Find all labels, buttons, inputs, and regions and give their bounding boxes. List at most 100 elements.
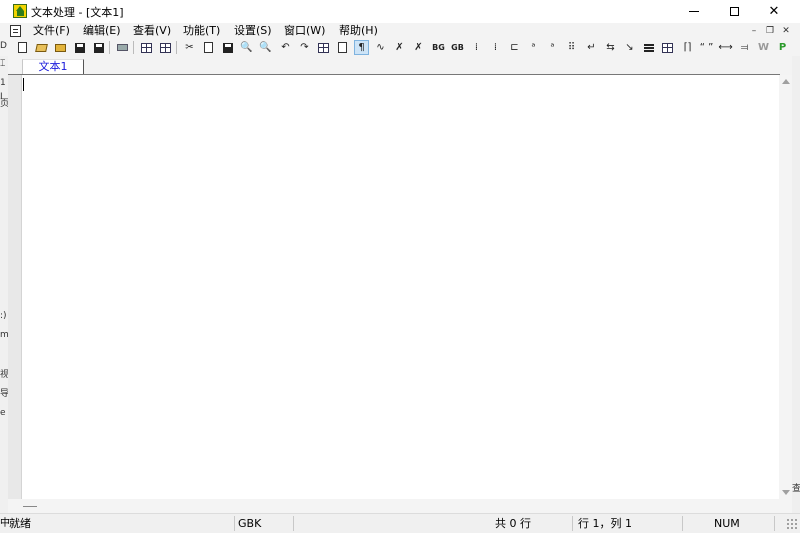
minimize-button[interactable] (674, 0, 714, 23)
cut-button[interactable]: ✂ (182, 40, 197, 55)
menu-settings[interactable]: 设置(S) (234, 24, 272, 38)
copy-button[interactable] (201, 40, 216, 55)
tool-link-button[interactable]: ∿ (373, 40, 388, 55)
tool-lines-button[interactable] (641, 40, 656, 55)
show-paragraph-marks-button[interactable]: ¶ (354, 40, 369, 55)
horizontal-scrollbar[interactable] (8, 499, 792, 513)
mdi-minimize-button[interactable]: – (748, 25, 760, 37)
big5-to-gb-button[interactable]: BG (431, 40, 446, 55)
document-menu-icon[interactable] (10, 25, 21, 37)
scroll-up-arrow-icon[interactable] (782, 79, 790, 84)
print-button[interactable] (115, 40, 130, 55)
tool-list-button[interactable] (660, 40, 675, 55)
mdi-restore-button[interactable]: ❐ (764, 25, 776, 37)
bracket-icon: ⊏ (510, 41, 519, 53)
width-icon: ⟷ (718, 41, 733, 53)
tool-a2-button[interactable]: ᵃ (545, 40, 560, 55)
line-count: 共 0 行 (495, 517, 531, 530)
status-divider (293, 516, 294, 531)
printer-icon (117, 44, 128, 51)
menu-edit[interactable]: 编辑(E) (83, 24, 121, 38)
menu-file[interactable]: 文件(F) (33, 24, 70, 38)
binoculars-icon: 🔍 (240, 41, 253, 53)
find-button[interactable]: 🔍 (239, 40, 254, 55)
toolbar-separator (176, 41, 177, 54)
close-icon: ✕ (768, 4, 780, 19)
find-replace-icon: 🔍 (259, 41, 272, 53)
tool-a-button[interactable]: ᵃ (526, 40, 541, 55)
tool-vertical-button[interactable]: ⁞ (469, 40, 484, 55)
word-button[interactable]: W (756, 40, 771, 55)
link-icon: ∿ (376, 41, 385, 53)
horizontal-scroll-thumb[interactable] (23, 506, 37, 507)
replace-button[interactable]: 🔍 (258, 40, 273, 55)
mdi-close-button[interactable]: ✕ (780, 25, 792, 37)
left-fragment: ⌶ (0, 59, 6, 69)
paste-button[interactable] (220, 40, 235, 55)
open-recent-button[interactable] (53, 40, 68, 55)
vertical-scrollbar[interactable] (779, 75, 792, 499)
num-lock-indicator: NUM (714, 517, 740, 530)
save-all-icon (93, 42, 104, 53)
pilcrow-icon: ¶ (358, 41, 365, 53)
text-editor[interactable] (22, 75, 779, 499)
toolbar: ✂ 🔍 🔍 ↶ ↷ ¶ ∿ ✗ ✗ BG GB ⁞ ⁞ ⊏ ᵃ ᵃ ⠿ ↵ ⇆ … (0, 39, 800, 56)
new-file-button[interactable] (15, 40, 30, 55)
resize-grip-icon[interactable] (786, 518, 798, 530)
quotes-button[interactable]: “ ” (699, 40, 714, 55)
list-icon (662, 42, 673, 53)
left-fragment: :) (0, 311, 7, 321)
scroll-down-arrow-icon[interactable] (782, 490, 790, 495)
status-divider (572, 516, 573, 531)
maximize-button[interactable] (714, 0, 754, 23)
tool-bracket-button[interactable]: ⊏ (507, 40, 522, 55)
status-divider (682, 516, 683, 531)
table-button[interactable] (316, 40, 331, 55)
folder-icon (55, 43, 66, 52)
vertical-text-alt-icon: ⁞ (493, 41, 498, 53)
close-button[interactable]: ✕ (754, 0, 794, 23)
open-file-button[interactable] (34, 40, 49, 55)
tool-swap-button[interactable]: ⇆ (603, 40, 618, 55)
tool-vertical2-button[interactable]: ⁞ (488, 40, 503, 55)
clipboard-icon (160, 42, 171, 53)
p-icon: P (778, 41, 787, 53)
tool-dots-button[interactable]: ⠿ (564, 40, 579, 55)
new-document-icon (18, 42, 27, 53)
table-icon (318, 42, 329, 53)
tool-clear-button[interactable]: ✗ (392, 40, 407, 55)
quotes-icon: “ ” (699, 41, 714, 53)
save-all-button[interactable] (91, 40, 106, 55)
left-fragment: e (0, 408, 6, 418)
p-button[interactable]: P (775, 40, 790, 55)
menu-view[interactable]: 查看(V) (133, 24, 171, 38)
undo-button[interactable]: ↶ (278, 40, 293, 55)
save-button[interactable] (72, 40, 87, 55)
editor-gutter (8, 75, 22, 499)
windows-button[interactable] (335, 40, 350, 55)
menu-help[interactable]: 帮助(H) (339, 24, 378, 38)
tool-remove-button[interactable]: ✗ (411, 40, 426, 55)
app-home-icon[interactable] (13, 4, 27, 18)
clipboard-button[interactable] (158, 40, 173, 55)
letter-a-alt-icon: ᵃ (550, 41, 555, 53)
menu-window[interactable]: 窗口(W) (284, 24, 325, 38)
tab-document-1[interactable]: 文本1 (22, 59, 84, 75)
big5-gb-icon: BG (432, 42, 445, 52)
clear-format-icon: ✗ (395, 41, 404, 53)
right-fragment: 查 (792, 484, 800, 494)
redo-icon: ↷ (300, 41, 309, 53)
return-icon: ↵ (587, 41, 596, 53)
gb-to-big5-button[interactable]: GB (450, 40, 465, 55)
paste-special-button[interactable] (139, 40, 154, 55)
column-icon: ⌈⌉ (683, 41, 692, 53)
tool-indent-button[interactable]: ⫤ (737, 40, 752, 55)
dotted-grid-icon: ⠿ (567, 41, 576, 53)
tool-width-button[interactable]: ⟷ (718, 40, 733, 55)
tool-sort-button[interactable]: ↘ (622, 40, 637, 55)
tool-return-button[interactable]: ↵ (584, 40, 599, 55)
lines-icon (643, 43, 654, 52)
menu-tools[interactable]: 功能(T) (183, 24, 220, 38)
redo-button[interactable]: ↷ (297, 40, 312, 55)
tool-vertical3-button[interactable]: ⌈⌉ (680, 40, 695, 55)
